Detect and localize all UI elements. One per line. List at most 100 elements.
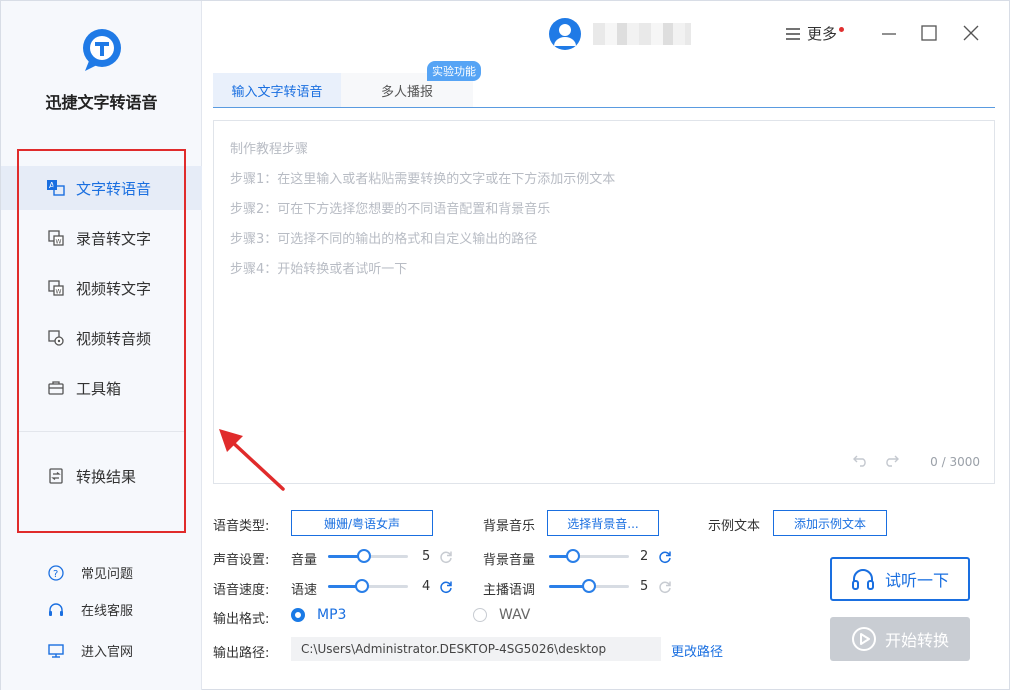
start-convert-label: 开始转换 (884, 631, 949, 650)
bg-volume-value: 2 (640, 549, 649, 564)
guide-step-1: 步骤1：在这里输入或者粘贴需要转换的文字或在下方添加示例文本 (230, 172, 616, 187)
volume-label: 音量 (291, 553, 318, 568)
tab-underline (213, 107, 995, 108)
text-input-area[interactable]: 制作教程步骤 步骤1：在这里输入或者粘贴需要转换的文字或在下方添加示例文本 步骤… (213, 120, 995, 484)
minimize-icon[interactable] (879, 23, 899, 43)
speed-label: 语速 (291, 583, 318, 598)
format-wav-radio[interactable]: WAV (473, 607, 530, 623)
sidebar-item-label: 视频转文字 (76, 279, 152, 298)
pitch-slider[interactable] (549, 579, 629, 593)
sidebar-item-recording-to-text[interactable]: W 录音转文字 (1, 216, 202, 260)
slider-knob[interactable] (582, 579, 596, 593)
slider-knob[interactable] (357, 549, 371, 563)
redo-icon[interactable] (883, 453, 899, 467)
output-path-label: 输出路径: (213, 646, 270, 661)
official-site-link[interactable]: 进入官网 (47, 641, 133, 660)
bg-volume-slider[interactable] (549, 549, 629, 563)
sidebar: 迅捷文字转语音 A 文字转语音 W 录音转文字 W 视频转文字 视频转音频 工具… (1, 1, 202, 690)
guide-step-4: 步骤4：开始转换或者试听一下 (230, 262, 408, 277)
listen-button[interactable]: 试听一下 (830, 557, 970, 601)
undo-icon[interactable] (853, 453, 869, 467)
sidebar-divider (19, 431, 185, 432)
close-icon[interactable] (961, 23, 981, 43)
speed-slider[interactable] (328, 579, 408, 593)
question-icon: ? (47, 564, 65, 582)
slider-knob[interactable] (566, 549, 580, 563)
sidebar-item-toolbox[interactable]: 工具箱 (1, 366, 202, 410)
sidebar-item-label: 视频转音频 (76, 329, 152, 348)
voice-type-label: 语音类型: (213, 519, 270, 534)
notification-dot (839, 27, 845, 32)
format-wav-label: WAV (499, 607, 531, 623)
pitch-label: 主播语调 (483, 583, 536, 598)
headphones-icon (851, 569, 874, 590)
char-counter: 0 / 3000 (930, 455, 980, 469)
speed-value: 4 (422, 579, 431, 594)
sound-settings-label: 声音设置: (213, 553, 270, 568)
volume-reset-icon[interactable] (439, 550, 453, 564)
help-item-label: 进入官网 (81, 645, 134, 660)
more-menu-button[interactable]: 更多 (785, 23, 845, 44)
sidebar-item-label: 工具箱 (76, 379, 122, 398)
sidebar-item-video-to-text[interactable]: W 视频转文字 (1, 266, 202, 310)
output-path-field[interactable]: C:\Users\Administrator.DESKTOP-4SG5026\d… (291, 637, 661, 661)
format-mp3-label: MP3 (317, 607, 347, 623)
output-format-label: 输出格式: (213, 612, 270, 627)
volume-value: 5 (422, 549, 431, 564)
change-path-link[interactable]: 更改路径 (671, 641, 723, 660)
play-icon (851, 627, 876, 651)
guide-step-3: 步骤3：可选择不同的输出的格式和自定义输出的路径 (230, 232, 538, 247)
start-convert-button[interactable]: 开始转换 (830, 617, 970, 661)
guide-step-2: 步骤2：可在下方选择您想要的不同语音配置和背景音乐 (230, 202, 551, 217)
maximize-icon[interactable] (919, 23, 939, 43)
app-logo-icon (83, 29, 121, 71)
bg-volume-reset-icon[interactable] (658, 550, 672, 564)
username-blurred (593, 23, 691, 45)
sidebar-item-label: 文字转语音 (76, 179, 152, 198)
pitch-value: 5 (640, 579, 649, 594)
sidebar-item-text-to-speech[interactable]: A 文字转语音 (1, 166, 202, 210)
voice-type-button[interactable]: 姗姗/粤语女声 (291, 510, 433, 536)
sidebar-item-results[interactable]: 转换结果 (1, 454, 202, 498)
bg-volume-label: 背景音量 (483, 553, 536, 568)
help-item-label: 常见问题 (81, 567, 134, 582)
sidebar-item-label: 转换结果 (76, 467, 137, 486)
toolbox-icon (47, 379, 65, 397)
headset-icon (47, 601, 65, 619)
sidebar-item-label: 录音转文字 (76, 229, 152, 248)
speed-reset-icon[interactable] (439, 580, 453, 594)
radio-circle (291, 608, 305, 622)
text-to-speech-icon: A (47, 179, 65, 197)
listen-label: 试听一下 (884, 571, 949, 590)
speed-row-label: 语音速度: (213, 583, 270, 598)
result-icon (47, 467, 65, 485)
svg-text:W: W (56, 239, 62, 246)
volume-slider[interactable] (328, 549, 408, 563)
video-to-audio-icon (47, 329, 65, 347)
monitor-icon (47, 642, 65, 660)
sidebar-item-video-to-audio[interactable]: 视频转音频 (1, 316, 202, 360)
pitch-reset-icon[interactable] (658, 580, 672, 594)
online-service-link[interactable]: 在线客服 (47, 600, 133, 619)
app-window: 迅捷文字转语音 A 文字转语音 W 录音转文字 W 视频转文字 视频转音频 工具… (0, 0, 1010, 690)
bgm-label: 背景音乐 (483, 519, 536, 534)
user-icon (554, 24, 576, 46)
menu-icon (786, 27, 800, 40)
user-avatar[interactable] (549, 18, 581, 50)
slider-knob[interactable] (355, 579, 369, 593)
svg-text:W: W (56, 289, 62, 296)
radio-circle (473, 608, 487, 622)
video-to-text-icon: W (47, 279, 65, 297)
more-label: 更多 (807, 25, 838, 43)
tab-text-to-speech[interactable]: 输入文字转语音 (213, 73, 341, 107)
recording-to-text-icon: W (47, 229, 65, 247)
faq-link[interactable]: ? 常见问题 (47, 563, 133, 582)
format-mp3-radio[interactable]: MP3 (291, 607, 346, 623)
experimental-badge: 实验功能 (427, 61, 481, 81)
select-bgm-button[interactable]: 选择背景音... (547, 510, 659, 536)
svg-text:?: ? (53, 569, 58, 580)
guide-title: 制作教程步骤 (230, 142, 309, 157)
sample-text-label: 示例文本 (708, 519, 761, 534)
app-name: 迅捷文字转语音 (45, 93, 158, 112)
add-sample-text-button[interactable]: 添加示例文本 (773, 510, 887, 536)
